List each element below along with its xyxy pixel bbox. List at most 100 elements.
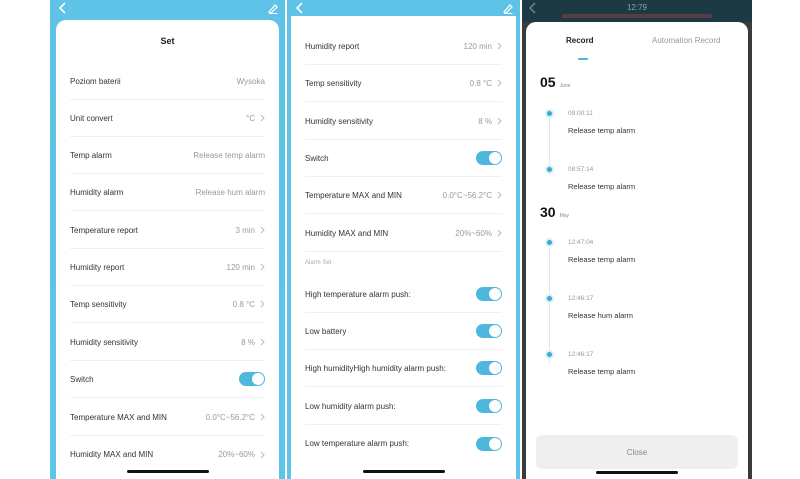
setting-label: High humidityHigh humidity alarm push: <box>305 363 446 373</box>
setting-value: 0.0°C~56.2°C <box>205 412 255 422</box>
alarm-toggle[interactable] <box>476 287 502 301</box>
chevron-right-icon <box>260 413 265 421</box>
timeline-dot <box>545 238 554 247</box>
setting-label: High temperature alarm push: <box>305 289 411 299</box>
setting-row-battery: Poziom baterii Wysoka <box>70 63 265 100</box>
chevron-right-icon <box>260 300 265 308</box>
chevron-right-icon <box>497 191 502 199</box>
page-title: Set <box>160 36 175 46</box>
event-text: Release hum alarm <box>568 311 634 320</box>
alarm-toggle[interactable] <box>476 399 502 413</box>
alarm-toggle[interactable] <box>476 436 502 451</box>
day-month: May <box>559 213 570 219</box>
setting-row-temp-sensitivity[interactable]: Temp sensitivity 0.8 °C <box>70 286 265 323</box>
setting-row-unit-convert[interactable]: Unit convert °C <box>70 100 265 137</box>
home-indicator <box>126 470 209 473</box>
event-time: 12:46:17 <box>568 351 594 358</box>
setting-label: Temp alarm <box>70 150 112 160</box>
chevron-right-icon <box>260 226 265 234</box>
event-text: Release temp alarm <box>568 126 636 135</box>
setting-row-humidity-alarm: Humidity alarm Release hum alarm <box>70 174 265 211</box>
tab-record[interactable]: Record <box>566 36 594 45</box>
event-text: Release temp alarm <box>568 255 636 264</box>
status-time: 12:79 <box>626 3 648 12</box>
setting-row-humidity-max-min[interactable]: Humidity MAX and MIN 20%~60% <box>70 436 265 473</box>
setting-label: Unit convert <box>70 113 113 123</box>
timeline-dot <box>545 350 554 359</box>
pencil-icon[interactable] <box>268 2 278 14</box>
setting-label: Temperature report <box>70 225 139 235</box>
setting-value: 8 % <box>478 116 492 126</box>
setting-row-temperature-report[interactable]: Temperature report 3 min <box>70 212 265 249</box>
event-time: 08:57:14 <box>568 166 594 173</box>
setting-label: Temp sensitivity <box>70 299 127 309</box>
timeline-line <box>549 118 550 170</box>
screenshot-stage: Set Poziom baterii Wysoka Unit convert °… <box>0 0 800 479</box>
chevron-right-icon <box>497 117 502 125</box>
setting-label: Humidity report <box>305 41 360 51</box>
event-text: Release temp alarm <box>568 182 636 191</box>
setting-row-switch: Switch <box>70 361 265 398</box>
chevron-right-icon <box>260 263 265 271</box>
setting-value: 120 min <box>226 262 255 272</box>
tab-automation-record[interactable]: Automation Record <box>652 36 720 45</box>
setting-row-temperature-max-min[interactable]: Temperature MAX and MIN 0.0°C~56.2°C <box>70 399 265 436</box>
event-time: 09:00:11 <box>568 110 593 117</box>
alarm-toggle[interactable] <box>476 324 502 338</box>
setting-label: Humidity MAX and MIN <box>70 450 154 459</box>
chevron-right-icon <box>260 451 265 458</box>
day-month: June <box>559 83 571 89</box>
setting-row-humidity-report[interactable]: Humidity report 120 min <box>70 249 265 286</box>
alarm-toggle[interactable] <box>476 361 502 375</box>
setting-value: °C <box>246 113 255 123</box>
timeline-line <box>549 248 550 363</box>
settings-screen-1: Set Poziom baterii Wysoka Unit convert °… <box>50 0 285 479</box>
setting-label: Humidity report <box>70 262 125 272</box>
setting-value: 3 min <box>235 225 255 235</box>
settings-card: Set Poziom baterii Wysoka Unit convert °… <box>56 20 279 479</box>
setting-value: 120 min <box>463 41 492 51</box>
alarm-row-low-humidity: Low humidity alarm push: <box>305 388 502 425</box>
timeline-dot <box>545 109 554 118</box>
setting-label: Low humidity alarm push: <box>305 401 396 411</box>
switch-toggle[interactable] <box>476 151 502 165</box>
settings-card: Humidity report 120 min Temp sensitivity… <box>291 16 516 479</box>
chevron-right-icon <box>497 42 502 50</box>
setting-label: Temperature MAX and MIN <box>70 412 167 422</box>
switch-toggle[interactable] <box>239 372 265 386</box>
top-bar <box>50 0 285 16</box>
event-time: 12:47:04 <box>568 239 594 246</box>
setting-value: 20%~60% <box>218 450 255 459</box>
setting-label: Humidity alarm <box>70 187 124 197</box>
record-screen: 12:79 Record Automation Record 05 June 0… <box>522 0 752 479</box>
close-button[interactable]: Close <box>536 435 738 469</box>
setting-row-temp-alarm: Temp alarm Release temp alarm <box>70 137 265 174</box>
setting-value: 8 % <box>241 337 255 347</box>
setting-value: Release hum alarm <box>195 187 265 197</box>
setting-row-temperature-max-min[interactable]: Temperature MAX and MIN 0.0°C~56.2°C <box>305 177 502 214</box>
event-text: Release temp alarm <box>568 367 636 376</box>
setting-row-temp-sensitivity[interactable]: Temp sensitivity 0.8 °C <box>305 65 502 102</box>
setting-row-humidity-sensitivity[interactable]: Humidity sensitivity 8 % <box>70 324 265 361</box>
alarm-row-low-battery: Low battery <box>305 313 502 350</box>
record-sheet: Record Automation Record 05 June 09:00:1… <box>526 22 748 479</box>
chevron-left-icon[interactable] <box>58 2 68 14</box>
alarm-row-high-temperature: High temperature alarm push: <box>305 276 502 313</box>
day-number: 05 <box>540 74 556 90</box>
chevron-left-icon[interactable] <box>295 2 305 14</box>
setting-value: 0.8 °C <box>232 299 255 309</box>
timeline-dot <box>545 294 554 303</box>
setting-value: 20%~60% <box>455 228 492 238</box>
chevron-right-icon <box>260 338 265 346</box>
event-time: 12:46:17 <box>568 295 594 302</box>
setting-row-humidity-report[interactable]: Humidity report 120 min <box>305 28 502 65</box>
setting-value: Wysoka <box>236 76 265 86</box>
setting-row-humidity-max-min[interactable]: Humidity MAX and MIN 20%~60% <box>305 215 502 252</box>
alarm-row-low-temperature: Low temperature alarm push: <box>305 425 502 462</box>
pencil-icon[interactable] <box>503 2 513 14</box>
setting-row-humidity-sensitivity[interactable]: Humidity sensitivity 8 % <box>305 103 502 140</box>
setting-label: Low battery <box>305 326 347 336</box>
setting-label: Humidity MAX and MIN <box>305 228 389 238</box>
settings-screen-2: Humidity report 120 min Temp sensitivity… <box>287 0 520 479</box>
setting-value: Release temp alarm <box>193 150 265 160</box>
